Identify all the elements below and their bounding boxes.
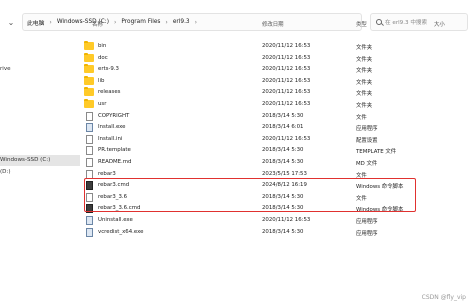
chevron-down-icon[interactable]: ⌄ xyxy=(0,18,22,27)
column-size[interactable]: 大小 xyxy=(434,20,445,28)
exe-icon xyxy=(86,216,93,225)
folder-icon xyxy=(84,64,94,74)
file-name: releases xyxy=(98,89,121,96)
file-name: bin xyxy=(98,43,107,49)
file-row[interactable]: releases 2020/11/12 16:53 文件夹 xyxy=(84,87,464,98)
file-type: 文件夹 xyxy=(356,56,373,63)
highlight-box xyxy=(84,178,416,212)
file-icon xyxy=(86,111,93,121)
file-explorer-window: ⌄ 此电脑 › Windows-SSD (C:) › Program Files… xyxy=(0,0,474,305)
file-row[interactable]: doc 2020/11/12 16:53 文件夹 xyxy=(84,52,464,64)
file-date: 2018/3/14 5:30 xyxy=(262,159,304,165)
folder-icon xyxy=(84,87,94,97)
file-type: 应用程序 xyxy=(356,219,378,225)
file-name: README.md xyxy=(98,159,132,165)
file-row[interactable]: Install.ini 2020/11/12 16:53 配置设置 xyxy=(84,134,464,145)
file-icon xyxy=(86,146,93,156)
sidebar-item-d-drive[interactable]: (D:) xyxy=(0,169,11,175)
file-type: 文件夹 xyxy=(356,79,373,86)
file-row[interactable]: erts-9.3 2020/11/12 16:53 文件夹 xyxy=(84,64,464,75)
exe-icon xyxy=(86,227,93,237)
file-date: 2020/11/12 16:53 xyxy=(262,66,311,73)
file-type: 文件夹 xyxy=(356,103,373,109)
column-name[interactable]: 名称 xyxy=(92,20,103,28)
file-name: Install.ini xyxy=(98,135,123,142)
file-date: 2020/11/12 16:53 xyxy=(262,77,311,84)
exe-icon xyxy=(86,123,93,133)
file-icon xyxy=(86,158,93,167)
file-date: 2018/3/14 5:30 xyxy=(262,112,304,119)
file-name: Uninstall.exe xyxy=(98,217,133,223)
file-row[interactable]: usr 2020/11/12 16:53 文件夹 xyxy=(84,99,464,110)
file-type: 应用程序 xyxy=(356,230,378,237)
file-name: usr xyxy=(98,101,107,107)
file-row[interactable]: COPYRIGHT 2018/3/14 5:30 文件 xyxy=(84,111,464,122)
file-date: 2020/11/12 16:53 xyxy=(262,43,311,49)
file-row[interactable]: lib 2020/11/12 16:53 文件夹 xyxy=(84,75,464,87)
file-date: 2020/11/12 16:53 xyxy=(262,54,311,61)
file-name: rebar3 xyxy=(98,170,116,177)
file-type: 配置设置 xyxy=(356,137,378,144)
file-name: Install.exe xyxy=(98,124,126,131)
folder-icon xyxy=(84,99,94,108)
file-type: 应用程序 xyxy=(356,126,378,133)
file-date: 2020/11/12 16:53 xyxy=(262,217,311,223)
folder-icon xyxy=(84,75,94,85)
file-row[interactable]: Uninstall.exe 2020/11/12 16:53 应用程序 xyxy=(84,215,464,226)
folder-icon xyxy=(84,52,94,62)
file-date: 2020/11/12 16:53 xyxy=(262,89,311,96)
file-date: 2020/11/12 16:53 xyxy=(262,101,311,107)
file-name: doc xyxy=(98,54,108,61)
file-type: 文件夹 xyxy=(356,68,373,75)
navigation-pane: rive Windows-SSD (C:) (D:) xyxy=(0,36,80,305)
file-row[interactable]: bin 2020/11/12 16:53 文件夹 xyxy=(84,41,464,52)
file-name: erts-9.3 xyxy=(98,66,119,73)
column-type[interactable]: 类型 xyxy=(356,20,367,28)
file-date: 2023/5/15 17:53 xyxy=(262,170,307,177)
file-row[interactable]: Install.exe 2018/3/14 6:01 应用程序 xyxy=(84,122,464,133)
column-date[interactable]: 修改日期 xyxy=(262,20,284,28)
file-date: 2018/3/14 5:30 xyxy=(262,228,304,235)
sidebar-item-c-drive[interactable]: Windows-SSD (C:) xyxy=(0,157,50,163)
file-name: COPYRIGHT xyxy=(98,112,130,119)
file-name: lib xyxy=(98,77,105,84)
sidebar-item-drive[interactable]: rive xyxy=(0,66,11,72)
file-row[interactable]: vcredist_x64.exe 2018/3/14 5:30 应用程序 xyxy=(84,227,464,238)
file-type: MD 文件 xyxy=(356,161,378,167)
file-type: 文件 xyxy=(356,114,367,121)
file-type: TEMPLATE 文件 xyxy=(356,149,397,156)
watermark: CSDN @fly_vip xyxy=(421,294,466,301)
file-name: PR.template xyxy=(98,147,131,154)
file-type: 文件夹 xyxy=(356,45,373,51)
chevron-right-icon: › xyxy=(49,18,52,26)
folder-icon xyxy=(84,41,94,50)
column-header: 名称 修改日期 类型 大小 xyxy=(84,20,474,32)
file-row[interactable]: PR.template 2018/3/14 5:30 TEMPLATE 文件 xyxy=(84,145,464,156)
file-icon xyxy=(86,134,93,144)
file-date: 2020/11/12 16:53 xyxy=(262,135,311,142)
file-row[interactable]: README.md 2018/3/14 5:30 MD 文件 xyxy=(84,157,464,168)
file-type: 文件夹 xyxy=(356,91,373,98)
file-date: 2018/3/14 5:30 xyxy=(262,147,304,154)
file-date: 2018/3/14 6:01 xyxy=(262,124,304,131)
breadcrumb-this-pc[interactable]: 此电脑 xyxy=(27,18,44,27)
file-name: vcredist_x64.exe xyxy=(98,228,144,235)
